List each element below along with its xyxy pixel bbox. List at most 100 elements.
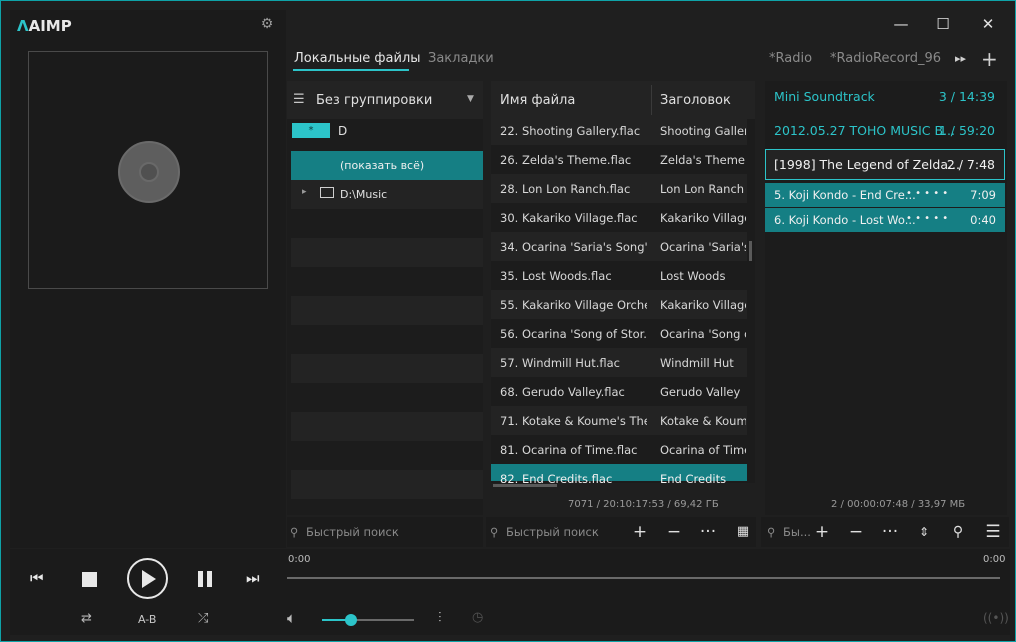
playlist-search-input[interactable]: Бы... <box>783 525 811 539</box>
ab-repeat-button[interactable]: A-B <box>138 613 156 626</box>
track-rating[interactable]: • • • • • <box>906 188 948 199</box>
file-title-cell: Lost Woods <box>660 269 726 283</box>
file-name-cell: 71. Kotake & Koume's The... <box>500 414 647 428</box>
table-row[interactable]: 71. Kotake & Koume's The... Kotake & Koum… <box>491 406 747 435</box>
track-name: 6. Koji Kondo - Lost Wo... <box>774 213 916 227</box>
file-name-cell: 26. Zelda's Theme.flac <box>500 153 632 167</box>
close-button[interactable]: ✕ <box>977 13 999 35</box>
search-icon[interactable]: ⚲ <box>947 521 969 543</box>
volume-icon[interactable]: 🔈︎ <box>287 609 296 627</box>
tabs-more-icon[interactable]: ▸▸ <box>955 52 966 65</box>
column-filename[interactable]: Имя файла <box>500 93 575 108</box>
remove-icon[interactable]: − <box>845 521 867 543</box>
next-icon[interactable]: ⏭ <box>246 569 260 587</box>
filter-badge: * <box>292 123 330 138</box>
tab-active-underline <box>293 69 409 71</box>
group-search-input[interactable]: Быстрый поиск <box>306 525 399 539</box>
empty-stripe <box>291 354 483 383</box>
file-title-cell: End Credits <box>660 472 727 486</box>
file-title-cell: Kakariko Village <box>660 298 746 312</box>
table-row[interactable]: 57. Windmill Hut.flac Windmill Hut <box>491 348 747 377</box>
more-icon[interactable]: ··· <box>879 521 901 543</box>
tab-radio[interactable]: *Radio <box>769 51 812 66</box>
filter-label[interactable]: D <box>338 124 347 138</box>
file-list-status: 7071 / 20:10:17:53 / 69,42 ГБ <box>568 499 719 510</box>
file-title-cell: Lon Lon Ranch <box>660 182 745 196</box>
shuffle-icon[interactable]: ⤮ <box>198 611 208 626</box>
chevron-down-icon[interactable]: ▼ <box>467 94 474 104</box>
track-rating[interactable]: • • • • • <box>906 213 948 224</box>
folder-icon <box>320 187 334 198</box>
tab-local-files[interactable]: Локальные файлы <box>294 51 421 66</box>
play-icon <box>142 570 156 588</box>
track-name: 5. Koji Kondo - End Cre... <box>774 188 916 202</box>
broadcast-icon[interactable]: ((•)) <box>983 611 1009 625</box>
file-name-cell: 35. Lost Woods.flac <box>500 269 612 283</box>
table-row[interactable]: 22. Shooting Gallery.flac Shooting Galler… <box>491 116 747 145</box>
minimize-button[interactable]: — <box>890 13 912 35</box>
pause-icon[interactable] <box>198 571 203 587</box>
table-row[interactable]: 35. Lost Woods.flac Lost Woods <box>491 261 747 290</box>
logo-mark: Λ <box>17 17 29 35</box>
equalizer-icon[interactable]: ⫶ <box>438 610 442 626</box>
playlist-group[interactable]: Mini Soundtrack 3 / 14:39 <box>765 82 1005 112</box>
playlist-track[interactable]: 6. Koji Kondo - Lost Wo... • • • • • 0:4… <box>765 208 1005 232</box>
playlist-group-name: 2012.05.27 TOHO MUSIC B... <box>774 123 955 138</box>
file-name-cell: 30. Kakariko Village.flac <box>500 211 638 225</box>
app-logo: ΛAIMP <box>17 17 72 35</box>
menu-icon[interactable]: ☰ <box>982 521 1004 543</box>
time-elapsed: 0:00 <box>288 554 311 565</box>
playlist-group-active[interactable]: [1998] The Legend of Zelda... 2 / 7:48 <box>765 149 1005 180</box>
disc-icon <box>118 141 180 203</box>
grid-view-icon[interactable]: ▦ <box>732 521 754 543</box>
file-name-cell: 34. Ocarina 'Saria's Song'.... <box>500 240 647 254</box>
disc-center <box>139 162 159 182</box>
chevron-right-icon[interactable]: ▸ <box>302 187 307 197</box>
gear-icon[interactable]: ⚙ <box>259 16 275 32</box>
column-title[interactable]: Заголовок <box>660 93 731 108</box>
file-name-cell: 57. Windmill Hut.flac <box>500 356 621 370</box>
volume-slider[interactable] <box>322 614 414 626</box>
empty-stripe <box>291 412 483 441</box>
file-title-cell: Windmill Hut <box>660 356 734 370</box>
file-title-cell: Ocarina 'Song of <box>660 327 746 341</box>
column-divider[interactable] <box>651 85 652 115</box>
remove-icon[interactable]: − <box>663 521 685 543</box>
add-icon[interactable]: + <box>811 521 833 543</box>
menu-icon[interactable]: ☰ <box>293 92 305 107</box>
playlist-track[interactable]: 5. Koji Kondo - End Cre... • • • • • 7:0… <box>765 183 1005 207</box>
playlist-group-info: 2 / 7:48 <box>946 157 995 172</box>
table-row[interactable]: 82. End Credits.flac End Credits <box>491 464 747 486</box>
table-row[interactable]: 26. Zelda's Theme.flac Zelda's Theme <box>491 145 747 174</box>
empty-stripe <box>291 296 483 325</box>
playlist-group[interactable]: 2012.05.27 TOHO MUSIC B... 1 / 59:20 <box>765 116 1005 146</box>
timer-icon[interactable]: ◷ <box>472 610 483 625</box>
play-button[interactable] <box>127 558 168 599</box>
repeat-icon[interactable]: ⇄ <box>81 611 92 626</box>
tab-bookmarks[interactable]: Закладки <box>428 51 494 66</box>
table-row[interactable]: 81. Ocarina of Time.flac Ocarina of Time <box>491 435 747 464</box>
table-row[interactable]: 28. Lon Lon Ranch.flac Lon Lon Ranch <box>491 174 747 203</box>
table-row[interactable]: 34. Ocarina 'Saria's Song'.... Ocarina 'S… <box>491 232 747 261</box>
table-row[interactable]: 30. Kakariko Village.flac Kakariko Villag… <box>491 203 747 232</box>
previous-icon[interactable]: ⏮ <box>30 569 44 587</box>
app-window: ΛAIMP ⚙ Локальные файлы Закладки *Radio … <box>0 0 1016 642</box>
file-list-scrollbar[interactable] <box>749 241 752 261</box>
add-tab-icon[interactable]: + <box>981 47 998 71</box>
file-title-cell: Kakariko Village <box>660 211 746 225</box>
volume-knob[interactable] <box>345 614 357 626</box>
tab-radiorecord[interactable]: *RadioRecord_96 <box>830 51 941 66</box>
seek-bar[interactable] <box>287 577 1000 579</box>
add-icon[interactable]: + <box>629 521 651 543</box>
table-row[interactable]: 56. Ocarina 'Song of Stor... Ocarina 'Son… <box>491 319 747 348</box>
stop-icon[interactable] <box>82 572 97 587</box>
table-row[interactable]: 55. Kakariko Village Orche... Kakariko Vi… <box>491 290 747 319</box>
file-list-hscrollbar[interactable] <box>493 484 557 487</box>
more-icon[interactable]: ··· <box>697 521 719 543</box>
table-row[interactable]: 68. Gerudo Valley.flac Gerudo Valley <box>491 377 747 406</box>
show-all-label: (показать всё) <box>340 159 425 172</box>
file-search-input[interactable]: Быстрый поиск <box>506 525 599 539</box>
sort-icon[interactable]: ⇕ <box>913 521 935 543</box>
maximize-button[interactable]: ☐ <box>932 13 954 35</box>
grouping-label: Без группировки <box>316 93 433 108</box>
